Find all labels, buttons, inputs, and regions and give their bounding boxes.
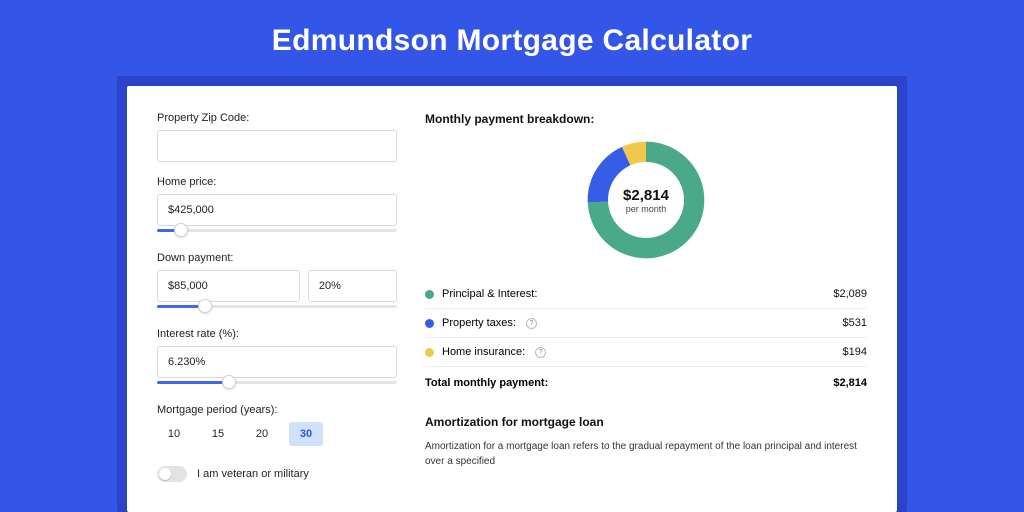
veteran-toggle[interactable] <box>157 466 187 482</box>
page-title: Edmundson Mortgage Calculator <box>0 0 1024 76</box>
info-icon[interactable]: ? <box>535 347 546 358</box>
veteran-label: I am veteran or military <box>197 468 309 480</box>
period-option-15[interactable]: 15 <box>201 422 235 446</box>
legend-label: Property taxes: <box>442 317 516 329</box>
down-payment-input[interactable] <box>157 270 300 302</box>
legend-value: $194 <box>843 346 867 358</box>
legend-label: Home insurance: <box>442 346 525 358</box>
breakdown-panel: Monthly payment breakdown: $2,814 per mo… <box>425 112 867 482</box>
period-label: Mortgage period (years): <box>157 404 397 416</box>
amortization-title: Amortization for mortgage loan <box>425 415 867 429</box>
legend-row-insurance: Home insurance: ? $194 <box>425 338 867 367</box>
rate-label: Interest rate (%): <box>157 328 397 340</box>
veteran-row: I am veteran or military <box>157 466 397 482</box>
legend-value: $531 <box>843 317 867 329</box>
form-panel: Property Zip Code: Home price: Down paym… <box>157 112 397 482</box>
total-label: Total monthly payment: <box>425 377 548 389</box>
zip-input[interactable] <box>157 130 397 162</box>
slider-thumb[interactable] <box>174 223 188 237</box>
zip-field: Property Zip Code: <box>157 112 397 162</box>
down-payment-slider[interactable] <box>157 300 397 314</box>
period-field: Mortgage period (years): 10 15 20 30 <box>157 404 397 446</box>
total-row: Total monthly payment: $2,814 <box>425 367 867 405</box>
amortization-body: Amortization for a mortgage loan refers … <box>425 439 867 469</box>
down-payment-label: Down payment: <box>157 252 397 264</box>
info-icon[interactable]: ? <box>526 318 537 329</box>
legend-row-principal: Principal & Interest: $2,089 <box>425 280 867 309</box>
legend-label: Principal & Interest: <box>442 288 537 300</box>
donut-sub: per month <box>626 204 667 214</box>
rate-field: Interest rate (%): <box>157 328 397 390</box>
donut-center: $2,814 per month <box>608 162 684 238</box>
home-price-slider[interactable] <box>157 224 397 238</box>
home-price-label: Home price: <box>157 176 397 188</box>
zip-label: Property Zip Code: <box>157 112 397 124</box>
home-price-field: Home price: <box>157 176 397 238</box>
card-shadow: Property Zip Code: Home price: Down paym… <box>117 76 907 512</box>
total-value: $2,814 <box>833 377 867 389</box>
slider-thumb[interactable] <box>222 375 236 389</box>
rate-slider[interactable] <box>157 376 397 390</box>
legend-value: $2,089 <box>833 288 867 300</box>
rate-input[interactable] <box>157 346 397 378</box>
period-option-20[interactable]: 20 <box>245 422 279 446</box>
period-option-30[interactable]: 30 <box>289 422 323 446</box>
period-option-10[interactable]: 10 <box>157 422 191 446</box>
dot-icon <box>425 348 434 357</box>
donut-amount: $2,814 <box>623 187 669 204</box>
legend-row-taxes: Property taxes: ? $531 <box>425 309 867 338</box>
period-options: 10 15 20 30 <box>157 422 397 446</box>
calculator-card: Property Zip Code: Home price: Down paym… <box>127 86 897 512</box>
breakdown-title: Monthly payment breakdown: <box>425 112 867 126</box>
down-payment-pct-input[interactable] <box>308 270 397 302</box>
donut-chart: $2,814 per month <box>425 140 867 260</box>
down-payment-field: Down payment: <box>157 252 397 314</box>
dot-icon <box>425 290 434 299</box>
home-price-input[interactable] <box>157 194 397 226</box>
dot-icon <box>425 319 434 328</box>
slider-thumb[interactable] <box>198 299 212 313</box>
